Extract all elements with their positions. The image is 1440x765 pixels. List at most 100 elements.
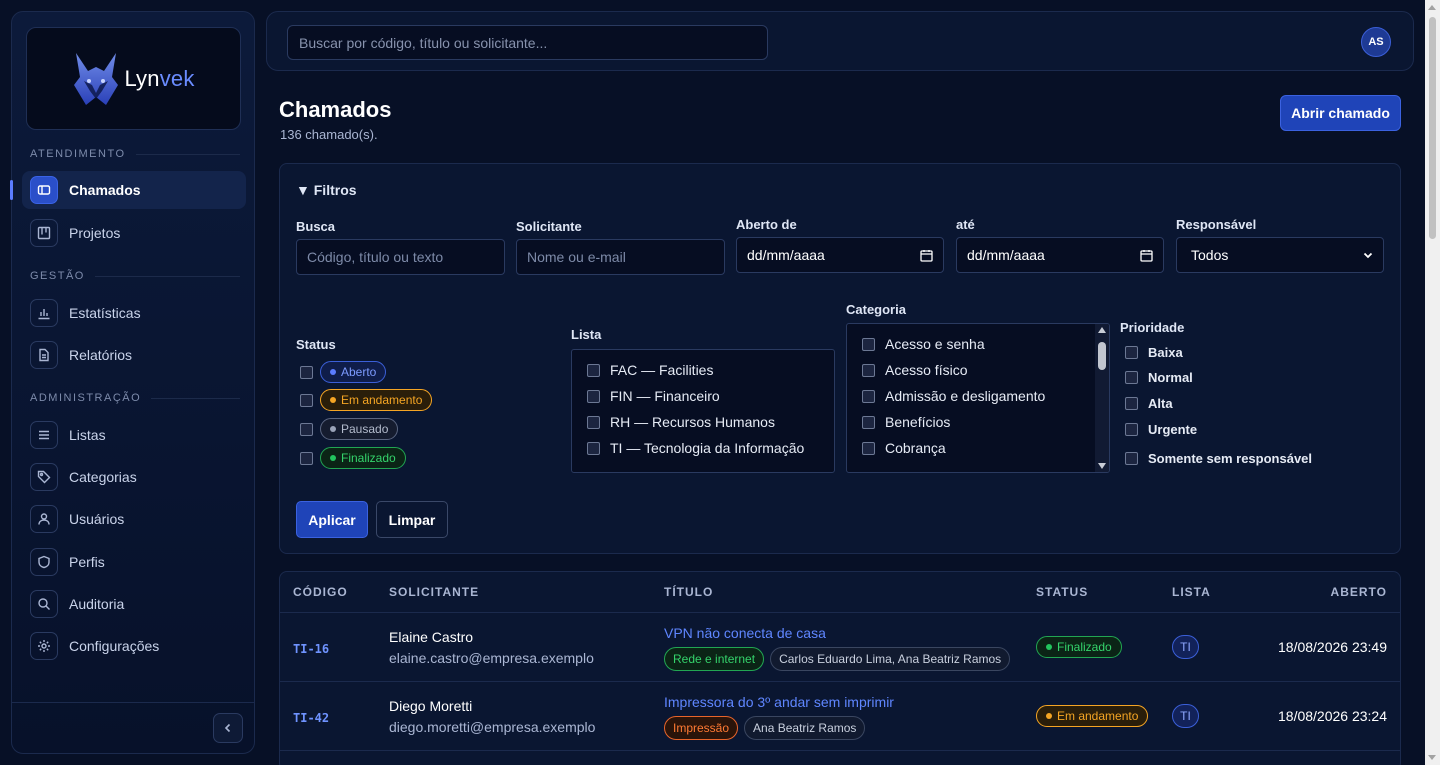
busca-input[interactable] — [296, 239, 505, 275]
checkbox[interactable] — [300, 451, 313, 465]
solicitante-input[interactable] — [516, 239, 725, 275]
sidebar-item-auditoria[interactable]: Auditoria — [22, 585, 246, 623]
column-header-aberto[interactable]: ABERTO — [1331, 585, 1387, 599]
ticket-tags: Rede e internet Carlos Eduardo Lima, Ana… — [664, 647, 1011, 671]
categoria-option[interactable]: Benefícios — [862, 414, 950, 430]
requester-name: Elaine Castro — [389, 629, 474, 645]
checkbox[interactable] — [862, 415, 875, 429]
sidebar-item-chamados[interactable]: Chamados — [10, 171, 246, 209]
sidebar-item-usuarios[interactable]: Usuários — [22, 500, 246, 538]
categoria-scrollbar[interactable] — [1095, 324, 1109, 472]
status-pill-pausado: Pausado — [320, 418, 399, 440]
checkbox[interactable] — [300, 365, 313, 379]
sidebar-item-label: Chamados — [69, 182, 141, 198]
column-header-lista[interactable]: LISTA — [1172, 585, 1211, 599]
checkbox[interactable] — [862, 337, 875, 351]
apply-filters-button[interactable]: Aplicar — [296, 501, 368, 538]
open-ticket-button[interactable]: Abrir chamado — [1280, 95, 1401, 131]
checkbox[interactable] — [862, 441, 875, 455]
solicitante-label: Solicitante — [516, 219, 582, 234]
prioridade-option-urgente[interactable]: Urgente — [1125, 422, 1197, 437]
chevron-left-icon — [224, 723, 231, 733]
table-row[interactable]: TI-16 Elaine Castro elaine.castro@empres… — [280, 613, 1400, 682]
page-scrollbar[interactable] — [1425, 0, 1440, 765]
checkbox[interactable] — [300, 422, 313, 436]
checkbox[interactable] — [1125, 397, 1138, 410]
ate-date-input[interactable]: dd/mm/aaaa — [956, 237, 1164, 273]
checkbox[interactable] — [1125, 452, 1138, 465]
ticket-title-link[interactable]: Impressora do 3º andar sem imprimir — [664, 694, 894, 710]
sidebar-item-label: Estatísticas — [69, 305, 141, 321]
scroll-up-arrow-icon[interactable] — [1098, 327, 1106, 333]
responsavel-select[interactable]: Todos — [1176, 237, 1384, 273]
lista-option[interactable]: FAC — Facilities — [587, 362, 713, 378]
table-row[interactable]: TI-42 Diego Moretti diego.moretti@empres… — [280, 682, 1400, 751]
checkbox[interactable] — [862, 363, 875, 377]
categoria-option[interactable]: Acesso e senha — [862, 336, 985, 352]
active-indicator — [10, 180, 13, 200]
column-header-titulo[interactable]: TÍTULO — [664, 585, 713, 599]
checkbox[interactable] — [587, 415, 600, 429]
checkbox[interactable] — [1125, 346, 1138, 359]
checkbox[interactable] — [300, 393, 313, 407]
requester-email: elaine.castro@empresa.exemplo — [389, 650, 594, 666]
aberto-de-date-input[interactable]: dd/mm/aaaa — [736, 237, 944, 273]
lista-multiselect[interactable]: FAC — Facilities FIN — Financeiro RH — R… — [571, 349, 835, 473]
column-header-status[interactable]: STATUS — [1036, 585, 1088, 599]
ticket-title-link[interactable]: VPN não conecta de casa — [664, 625, 826, 641]
lista-option[interactable]: FIN — Financeiro — [587, 388, 720, 404]
prioridade-option-alta[interactable]: Alta — [1125, 396, 1173, 411]
lynx-logo-icon — [74, 52, 119, 105]
categoria-option[interactable]: Acesso físico — [862, 362, 967, 378]
status-pill-em-andamento: Em andamento — [320, 389, 433, 411]
checkbox[interactable] — [1125, 371, 1138, 384]
page-scrollbar-thumb[interactable] — [1429, 17, 1436, 239]
column-header-solicitante[interactable]: SOLICITANTE — [389, 585, 479, 599]
checkbox[interactable] — [587, 441, 600, 455]
sidebar-item-perfis[interactable]: Perfis — [22, 543, 246, 581]
lista-option[interactable]: TI — Tecnologia da Informação — [587, 440, 804, 456]
sidebar-item-listas[interactable]: Listas — [22, 416, 246, 454]
checkbox[interactable] — [587, 363, 600, 377]
sem-responsavel-option[interactable]: Somente sem responsável — [1125, 451, 1312, 466]
categoria-option[interactable]: Cobrança — [862, 440, 946, 456]
status-option-finalizado[interactable]: Finalizado — [300, 447, 406, 469]
scrollbar-thumb[interactable] — [1098, 342, 1106, 370]
ticket-tags: Impressão Ana Beatriz Ramos — [664, 716, 866, 740]
responsavel-label: Responsável — [1176, 217, 1257, 232]
scroll-up-arrow-icon[interactable] — [1428, 5, 1436, 10]
filters-toggle[interactable]: ▼ Filtros — [296, 182, 357, 198]
assignees-tag: Ana Beatriz Ramos — [744, 716, 866, 740]
list-icon — [30, 421, 58, 449]
lista-badge: TI — [1172, 704, 1199, 728]
prioridade-option-normal[interactable]: Normal — [1125, 370, 1193, 385]
checkbox[interactable] — [862, 389, 875, 403]
collapse-sidebar-button[interactable] — [213, 713, 243, 743]
brand-logo[interactable]: Lynvek — [26, 27, 241, 130]
scroll-down-arrow-icon[interactable] — [1098, 463, 1106, 469]
sidebar-item-categorias[interactable]: Categorias — [22, 458, 246, 496]
checkbox[interactable] — [587, 389, 600, 403]
section-atendimento: ATENDIMENTO — [30, 148, 240, 160]
sidebar-item-projetos[interactable]: Projetos — [22, 214, 246, 252]
sidebar-item-configuracoes[interactable]: Configurações — [22, 627, 246, 665]
user-icon — [30, 505, 58, 533]
avatar[interactable]: AS — [1361, 27, 1391, 57]
ticket-code[interactable]: TI-16 — [293, 642, 329, 656]
scroll-down-arrow-icon[interactable] — [1428, 755, 1436, 760]
categoria-multiselect[interactable]: Acesso e senha Acesso físico Admissão e … — [846, 323, 1110, 473]
ticket-code[interactable]: TI-42 — [293, 711, 329, 725]
status-option-aberto[interactable]: Aberto — [300, 361, 387, 383]
clear-filters-button[interactable]: Limpar — [376, 501, 448, 538]
column-header-codigo[interactable]: CÓDIGO — [293, 585, 348, 599]
checkbox[interactable] — [1125, 423, 1138, 436]
global-search-input[interactable] — [287, 25, 768, 60]
lista-option[interactable]: RH — Recursos Humanos — [587, 414, 775, 430]
prioridade-option-baixa[interactable]: Baixa — [1125, 345, 1183, 360]
categoria-option[interactable]: Admissão e desligamento — [862, 388, 1045, 404]
sidebar-item-relatorios[interactable]: Relatórios — [22, 336, 246, 374]
status-option-em-andamento[interactable]: Em andamento — [300, 389, 433, 411]
status-option-pausado[interactable]: Pausado — [300, 418, 399, 440]
category-tag: Impressão — [664, 716, 739, 740]
sidebar-item-estatisticas[interactable]: Estatísticas — [22, 294, 246, 332]
